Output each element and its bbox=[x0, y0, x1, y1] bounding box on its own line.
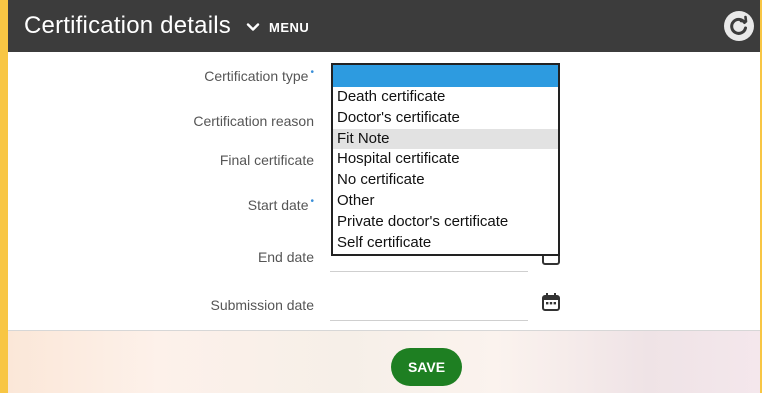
save-button[interactable]: SAVE bbox=[391, 348, 462, 386]
dropdown-option[interactable]: Other bbox=[333, 191, 558, 212]
footer-bar bbox=[8, 331, 760, 393]
start-date-label: Start date • bbox=[247, 196, 314, 213]
submission-date-field[interactable] bbox=[330, 320, 528, 321]
dropdown-option[interactable]: Death certificate bbox=[333, 87, 558, 108]
menu-label: MENU bbox=[269, 19, 310, 35]
dropdown-option[interactable]: Private doctor's certificate bbox=[333, 212, 558, 233]
final-certificate-label: Final certificate bbox=[219, 152, 314, 168]
required-marker: • bbox=[310, 196, 314, 207]
end-date-field[interactable] bbox=[330, 271, 528, 272]
submission-date-label: Submission date bbox=[210, 297, 314, 313]
dropdown-option[interactable]: Self certificate bbox=[333, 233, 558, 254]
dropdown-option[interactable]: No certificate bbox=[333, 170, 558, 191]
refresh-icon bbox=[730, 15, 748, 35]
page-title: Certification details bbox=[24, 12, 231, 39]
dropdown-options-list: Death certificate Doctor's certificate Fit… bbox=[333, 87, 558, 253]
header-bar: Certification details MENU bbox=[8, 0, 760, 52]
dropdown-option[interactable]: Hospital certificate bbox=[333, 149, 558, 170]
refresh-button[interactable] bbox=[724, 11, 754, 41]
dropdown-option[interactable]: Fit Note bbox=[333, 128, 558, 150]
dropdown-option[interactable]: Doctor's certificate bbox=[333, 108, 558, 129]
end-date-label: End date bbox=[257, 249, 314, 265]
calendar-icon[interactable] bbox=[541, 292, 561, 312]
certification-reason-label: Certification reason bbox=[193, 113, 314, 129]
menu-button[interactable]: MENU bbox=[245, 16, 309, 38]
dropdown-selected-value[interactable] bbox=[333, 65, 558, 87]
certification-type-dropdown[interactable]: Death certificate Doctor's certificate Fit… bbox=[331, 63, 560, 256]
certification-type-label: Certification type • bbox=[204, 67, 314, 84]
app-frame: Certification details MENU Certification… bbox=[8, 0, 760, 393]
required-marker: • bbox=[310, 67, 314, 78]
chevron-down-icon bbox=[246, 23, 260, 31]
